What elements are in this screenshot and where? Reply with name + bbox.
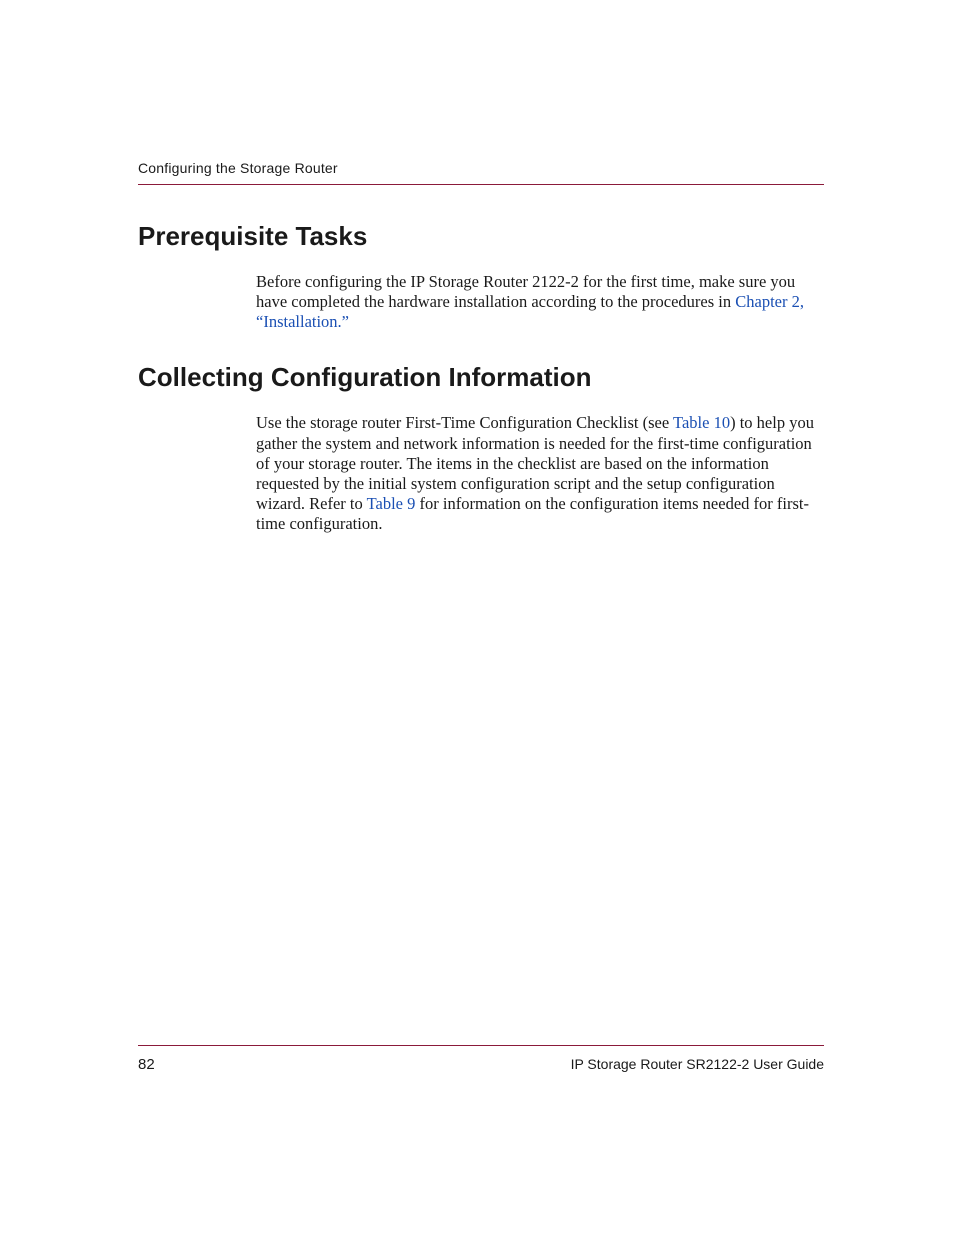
page-number: 82 xyxy=(138,1056,155,1073)
text-run: Use the storage router First-Time Config… xyxy=(256,413,673,432)
paragraph-prereq: Before configuring the IP Storage Router… xyxy=(256,272,824,332)
link-table-10[interactable]: Table 10 xyxy=(673,413,730,432)
page-header: Configuring the Storage Router xyxy=(138,160,824,185)
heading-prerequisite-tasks: Prerequisite Tasks xyxy=(138,221,824,252)
section-prerequisite-tasks: Prerequisite Tasks Before configuring th… xyxy=(138,221,824,332)
header-section-title: Configuring the Storage Router xyxy=(138,160,824,176)
text-run: Before configuring the IP Storage Router… xyxy=(256,272,795,311)
paragraph-collecting: Use the storage router First-Time Config… xyxy=(256,413,824,534)
section-collecting-config-info: Collecting Configuration Information Use… xyxy=(138,362,824,534)
page-footer: 82 IP Storage Router SR2122-2 User Guide xyxy=(138,1045,824,1073)
footer-doc-title: IP Storage Router SR2122-2 User Guide xyxy=(571,1056,824,1072)
heading-collecting-config-info: Collecting Configuration Information xyxy=(138,362,824,393)
document-page: Configuring the Storage Router Prerequis… xyxy=(0,0,954,1235)
link-table-9[interactable]: Table 9 xyxy=(367,494,416,513)
